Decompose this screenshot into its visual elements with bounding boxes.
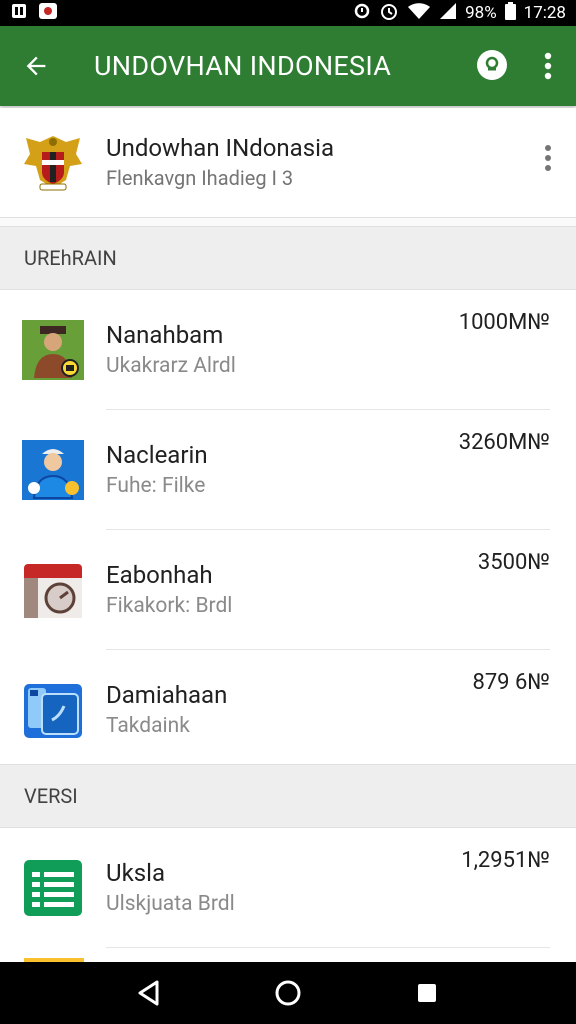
gallery-icon — [38, 2, 58, 25]
section-header: VERSI — [0, 764, 576, 828]
triangle-back-icon — [138, 980, 159, 1006]
back-button[interactable] — [0, 26, 72, 106]
nav-recents-button[interactable] — [397, 962, 457, 1024]
sync-icon — [353, 2, 371, 25]
wifi-icon — [407, 2, 431, 25]
sheets-app-icon — [22, 858, 84, 918]
chat-button[interactable] — [464, 26, 520, 106]
person-app-icon — [22, 440, 84, 500]
item-size: 1,2951№ — [461, 848, 550, 873]
list-item[interactable]: Eabonhah Fikakork: Brdl 3500№ — [0, 530, 576, 650]
circle-home-icon — [275, 980, 301, 1006]
chat-bubble-icon — [477, 50, 507, 80]
overflow-menu-button[interactable] — [520, 26, 576, 106]
list-item[interactable]: Damiahaan Takdaink 879 6№ — [0, 650, 576, 770]
nav-back-button[interactable] — [119, 962, 179, 1024]
box-app-icon — [22, 560, 84, 620]
header-subtitle: Flenkavgn Ihadieg I 3 — [106, 165, 294, 190]
battery-icon — [504, 1, 516, 25]
item-size: 3500№ — [477, 550, 550, 575]
item-subtitle: Ukakrarz Alrdl — [106, 354, 236, 378]
item-size: 879 6№ — [472, 670, 550, 695]
garuda-emblem-icon — [20, 130, 86, 196]
navigation-bar — [0, 962, 576, 1024]
figure-app-icon — [22, 320, 84, 380]
item-size: 3260M№ — [458, 430, 550, 455]
app-header-card[interactable]: Undowhan INdonasia Flenkavgn Ihadieg I 3 — [0, 108, 576, 218]
list-item[interactable]: Nanahbam Ukakrarz Alrdl 1000M№ — [0, 290, 576, 410]
app-title: UNDOVHAN INDONESIA — [94, 50, 392, 82]
list-item[interactable]: Uksla Ulskjuata Brdl 1,2951№ — [0, 828, 576, 948]
clock: 17:28 — [523, 3, 566, 23]
item-subtitle: Fuhe: Filke — [106, 474, 206, 498]
item-subtitle: Ulskjuata Brdl — [106, 892, 235, 916]
alarm-icon — [379, 1, 399, 26]
header-menu-button[interactable] — [520, 128, 576, 188]
more-vert-icon — [545, 145, 551, 171]
item-size: 1000M№ — [458, 310, 550, 335]
nav-home-button[interactable] — [258, 962, 318, 1024]
more-vert-icon — [544, 52, 552, 80]
section-header: UREhRAIN — [0, 226, 576, 290]
arrow-left-icon — [26, 56, 46, 76]
status-bar: 98% 17:28 — [0, 0, 576, 26]
item-subtitle: Fikakork: Brdl — [106, 594, 233, 618]
list-item[interactable] — [0, 948, 576, 962]
notification-icon — [10, 2, 28, 25]
app-bar: UNDOVHAN INDONESIA — [0, 26, 576, 106]
item-subtitle: Takdaink — [106, 714, 190, 738]
list-item[interactable]: Naclearin Fuhe: Filke 3260M№ — [0, 410, 576, 530]
header-title: Undowhan INdonasia — [106, 133, 335, 162]
folder-app-icon — [22, 680, 84, 740]
battery-level: 98% — [465, 3, 497, 23]
square-recents-icon — [417, 984, 436, 1002]
signal-icon — [439, 2, 457, 25]
